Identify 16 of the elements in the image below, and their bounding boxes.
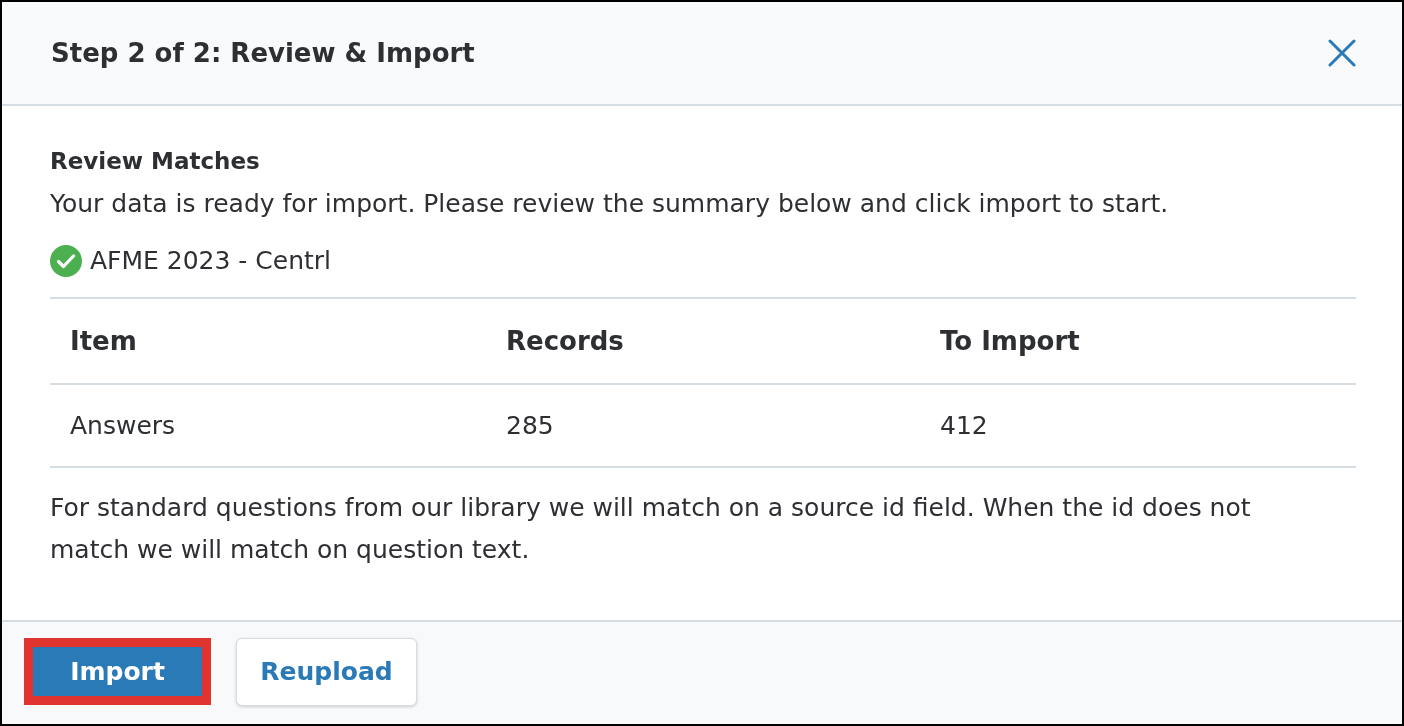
column-header: To Import: [940, 326, 1080, 356]
matching-note: For standard questions from our library we will match on a source id field. When the id does not match we will match on question text.: [50, 492, 1252, 566]
close-icon: [1328, 39, 1356, 67]
column-header: Records: [506, 326, 624, 356]
import-button[interactable]: Import: [24, 638, 211, 705]
column-header: Item: [70, 326, 137, 356]
close-button[interactable]: [1328, 39, 1356, 67]
check-circle-icon: [50, 245, 82, 277]
table-cell: 412: [940, 410, 988, 440]
source-name: AFME 2023 - Centrl: [90, 245, 332, 277]
table-cell: Answers: [70, 410, 176, 440]
dialog-title: Step 2 of 2: Review & Import: [51, 37, 475, 70]
section-heading: Review Matches: [50, 147, 261, 176]
reupload-button[interactable]: Reupload: [236, 638, 417, 706]
table-cell: 285: [506, 410, 554, 440]
section-description: Your data is ready for import. Please review the summary below and click import to start.: [50, 188, 1170, 220]
